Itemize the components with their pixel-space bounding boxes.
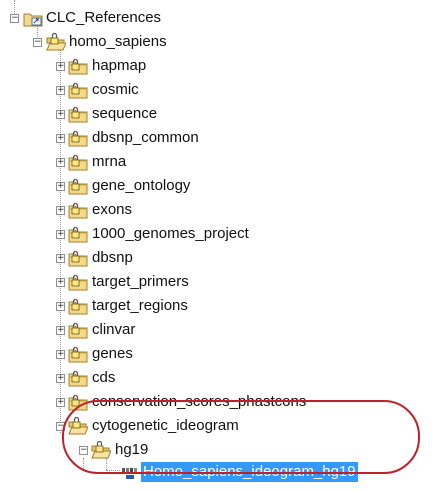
node-label: gene_ontology — [92, 177, 191, 194]
locked-folder-icon — [68, 201, 88, 219]
tree-node-target-primers[interactable]: + target_primers — [0, 271, 191, 293]
expand-toggle[interactable]: + — [56, 302, 65, 311]
expand-toggle[interactable]: + — [56, 230, 65, 239]
locked-folder-icon — [68, 177, 88, 195]
annotation-highlight-ring — [62, 400, 420, 474]
tree-node-exons[interactable]: + exons — [0, 199, 134, 221]
expand-toggle[interactable]: + — [56, 158, 65, 167]
node-label: sequence — [92, 105, 158, 122]
expand-toggle[interactable]: + — [56, 374, 65, 383]
expand-toggle[interactable]: + — [56, 206, 65, 215]
expand-toggle[interactable]: + — [56, 326, 65, 335]
locked-folder-icon — [68, 345, 88, 363]
tree-node-1000-genomes-project[interactable]: + 1000_genomes_project — [0, 223, 251, 245]
locked-folder-icon — [68, 81, 88, 99]
node-label: cds — [92, 369, 116, 386]
expand-toggle[interactable]: + — [56, 182, 65, 191]
locked-folder-icon — [68, 129, 88, 147]
locked-folder-icon — [68, 57, 88, 75]
locked-folder-open-icon — [46, 33, 66, 51]
tree-node-target-regions[interactable]: + target_regions — [0, 295, 190, 317]
locked-folder-icon — [68, 249, 88, 267]
tree-node-gene-ontology[interactable]: + gene_ontology — [0, 175, 192, 197]
tree-node-mrna[interactable]: + mrna — [0, 151, 128, 173]
node-label: dbsnp_common — [92, 129, 199, 146]
expand-toggle[interactable]: + — [56, 62, 65, 71]
expand-toggle[interactable]: + — [56, 278, 65, 287]
tree-node-sequence[interactable]: + sequence — [0, 103, 159, 125]
node-label: exons — [92, 201, 133, 218]
expand-toggle[interactable]: + — [56, 350, 65, 359]
node-label: target_primers — [92, 273, 189, 290]
node-label: genes — [92, 345, 133, 362]
locked-folder-icon — [68, 105, 88, 123]
tree-node-clc-references[interactable]: − CLC_References — [0, 7, 163, 29]
tree-node-homo-sapiens[interactable]: − homo_sapiens — [0, 31, 169, 53]
expand-toggle[interactable]: + — [56, 134, 65, 143]
tree-node-hapmap[interactable]: + hapmap — [0, 55, 148, 77]
node-label: 1000_genomes_project — [92, 225, 249, 242]
locked-folder-icon — [68, 225, 88, 243]
locked-folder-icon — [68, 153, 88, 171]
locked-folder-icon — [68, 297, 88, 315]
node-label: CLC_References — [46, 9, 162, 26]
node-label: cosmic — [92, 81, 139, 98]
locked-folder-icon — [68, 369, 88, 387]
node-label: target_regions — [92, 297, 188, 314]
locked-folder-icon — [68, 321, 88, 339]
tree-node-dbsnp-common[interactable]: + dbsnp_common — [0, 127, 201, 149]
node-label: clinvar — [92, 321, 136, 338]
tree-node-clinvar[interactable]: + clinvar — [0, 319, 137, 341]
tree-node-cosmic[interactable]: + cosmic — [0, 79, 141, 101]
tree-node-cds[interactable]: + cds — [0, 367, 117, 389]
node-label: mrna — [92, 153, 127, 170]
database-folder-icon — [23, 9, 43, 27]
expand-toggle[interactable]: + — [56, 254, 65, 263]
node-label: hapmap — [92, 57, 147, 74]
node-label: homo_sapiens — [69, 33, 167, 50]
locked-folder-icon — [68, 273, 88, 291]
node-label: dbsnp — [92, 249, 133, 266]
expand-toggle[interactable]: + — [56, 110, 65, 119]
tree-node-genes[interactable]: + genes — [0, 343, 135, 365]
expand-toggle[interactable]: + — [56, 86, 65, 95]
tree-node-dbsnp[interactable]: + dbsnp — [0, 247, 135, 269]
expand-toggle[interactable]: + — [56, 398, 65, 407]
reference-tree: − CLC_References − homo_sapiens + hapmap… — [0, 0, 440, 492]
collapse-toggle[interactable]: − — [33, 38, 42, 47]
collapse-toggle[interactable]: − — [10, 14, 19, 23]
